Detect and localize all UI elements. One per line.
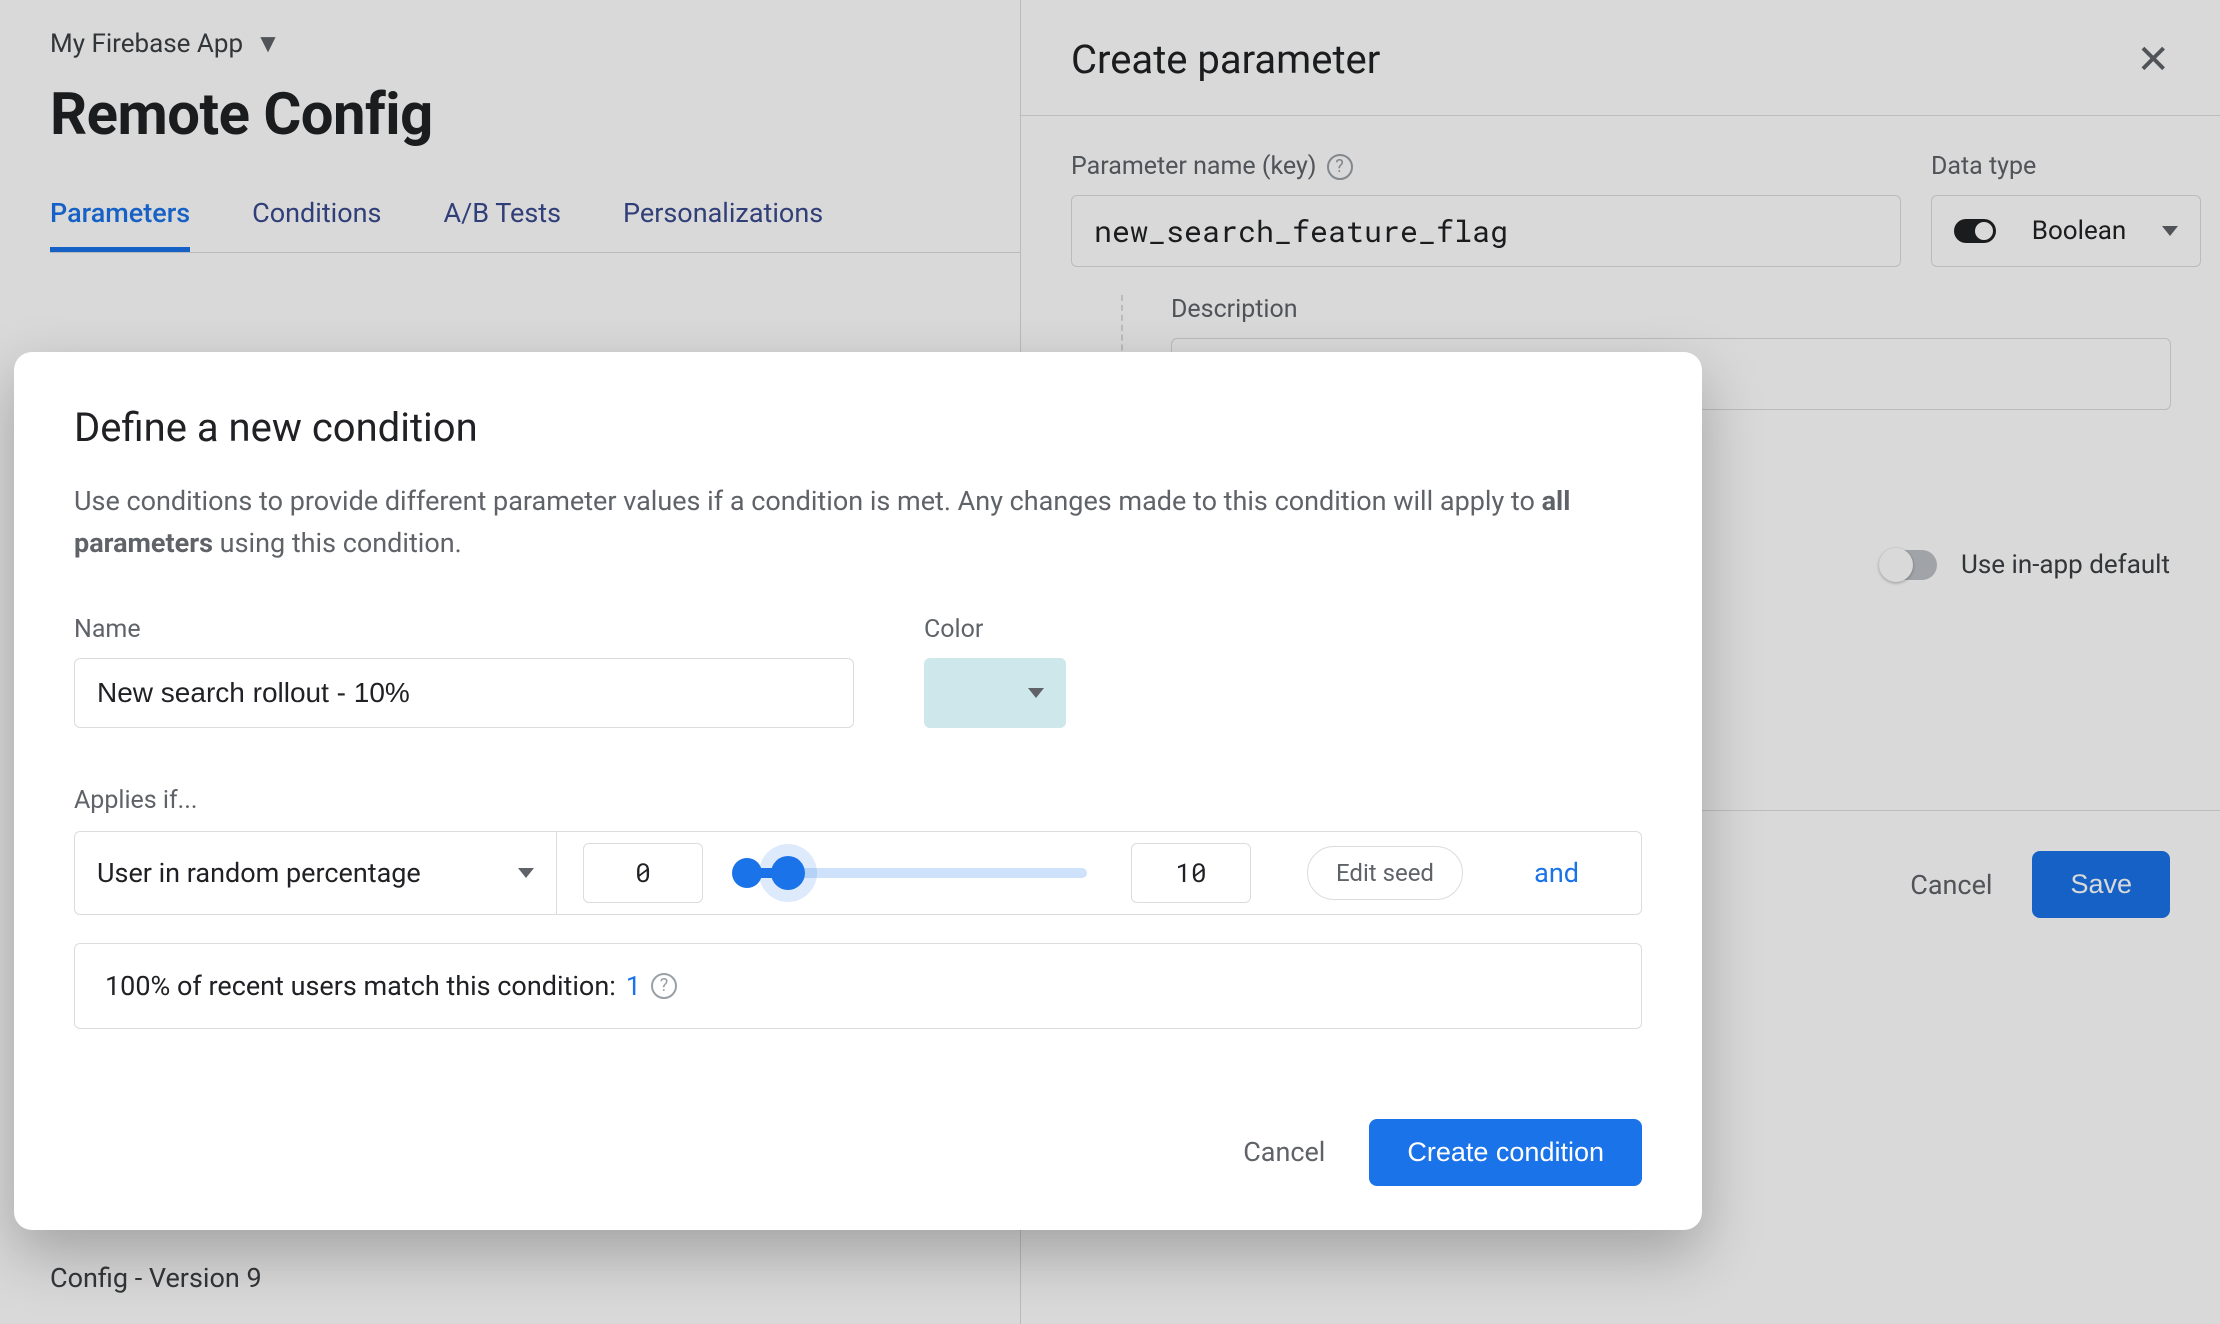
tab-personalizations[interactable]: Personalizations [623,197,823,252]
slider-thumb-low[interactable] [732,858,762,888]
config-version: Config - Version 9 [50,1262,262,1294]
define-condition-modal: Define a new condition Use conditions to… [14,352,1702,1230]
applies-if-row: User in random percentage Edit seed and [74,831,1642,915]
use-default-label: Use in-app default [1961,550,2170,580]
datatype-select[interactable]: Boolean [1931,195,2201,267]
datatype-label: Data type [1931,152,2201,181]
match-text: 100% of recent users match this conditio… [105,970,616,1002]
rule-type-select[interactable]: User in random percentage [97,832,557,914]
rule-type-value: User in random percentage [97,857,421,889]
condition-color-select[interactable] [924,658,1066,728]
range-high-input[interactable] [1131,843,1251,903]
condition-name-input[interactable] [74,658,854,728]
modal-description: Use conditions to provide different para… [74,481,1594,565]
boolean-icon [1954,219,1996,243]
condition-name-label: Name [74,615,854,644]
close-icon[interactable]: ✕ [2136,40,2170,80]
panel-title: Create parameter [1071,36,1380,83]
chevron-down-icon: ▼ [255,28,281,59]
applies-if-label: Applies if... [74,786,1642,815]
description-label: Description [1171,295,2170,324]
match-summary: 100% of recent users match this conditio… [74,943,1642,1029]
modal-title: Define a new condition [74,404,1642,451]
range-low-input[interactable] [583,843,703,903]
match-count: 1 [626,970,641,1002]
chevron-down-icon [518,868,534,878]
add-and-condition[interactable]: and [1534,857,1579,889]
chevron-down-icon [2162,226,2178,236]
help-icon[interactable]: ? [1327,154,1353,180]
modal-cancel-button[interactable]: Cancel [1243,1136,1325,1168]
param-name-input[interactable] [1071,195,1901,267]
panel-cancel-button[interactable]: Cancel [1910,869,1992,901]
modal-desc-prefix: Use conditions to provide different para… [74,485,1542,517]
help-icon[interactable]: ? [651,973,677,999]
datatype-value: Boolean [2032,216,2126,246]
tab-conditions[interactable]: Conditions [252,197,381,252]
edit-seed-button[interactable]: Edit seed [1307,846,1463,900]
tab-ab-tests[interactable]: A/B Tests [443,197,561,252]
create-condition-button[interactable]: Create condition [1369,1119,1642,1186]
condition-color-label: Color [924,615,1066,644]
chevron-down-icon [1028,688,1044,698]
slider-thumb-high[interactable] [771,856,805,890]
app-name: My Firebase App [50,29,243,59]
modal-desc-suffix: using this condition. [213,527,462,559]
tab-parameters[interactable]: Parameters [50,197,190,252]
percentage-slider[interactable] [747,868,1087,878]
param-name-label: Parameter name (key) [1071,152,1317,181]
use-default-toggle[interactable] [1881,550,1937,580]
panel-save-button[interactable]: Save [2032,851,2170,918]
